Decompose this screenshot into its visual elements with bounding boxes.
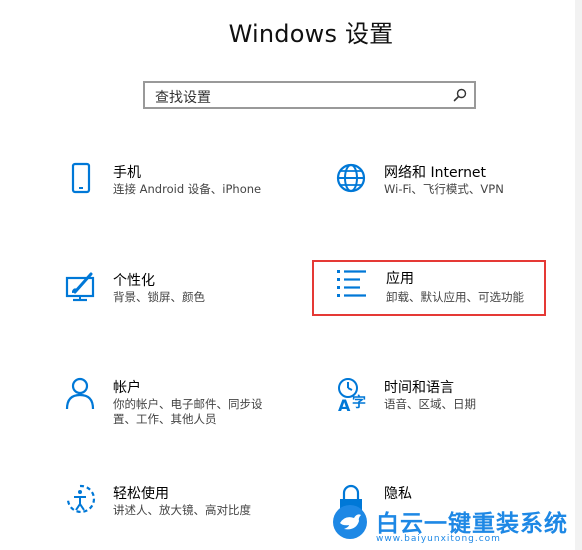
time-language-icon: A 字: [338, 378, 366, 413]
tile-name: 个性化: [113, 273, 155, 289]
scrollbar-track[interactable]: [575, 0, 582, 550]
bird-logo-icon: [333, 505, 367, 539]
phone-icon: [71, 162, 91, 194]
tile-desc-line1: 你的帐户、电子邮件、同步设: [113, 397, 263, 411]
page-title: Windows 设置: [228, 20, 394, 48]
highlight-frame: [312, 260, 546, 316]
tile-personalization[interactable]: 个性化 背景、锁屏、颜色: [65, 270, 295, 328]
tile-network[interactable]: 网络和 Internet Wi-Fi、飞行模式、VPN: [336, 162, 566, 220]
tile-name: 帐户: [113, 380, 141, 396]
personalization-icon: [65, 272, 95, 302]
tile-desc: 语音、区域、日期: [384, 397, 476, 411]
watermark: 白云一键重装系统 www.baiyunxitong.com: [332, 500, 582, 550]
tile-phone[interactable]: 手机 连接 Android 设备、iPhone: [65, 162, 295, 220]
search-input[interactable]: 查找设置: [143, 81, 476, 109]
tile-desc: 讲述人、放大镜、高对比度: [113, 503, 251, 517]
search-icon[interactable]: [452, 87, 468, 103]
svg-text:字: 字: [352, 394, 366, 411]
tile-name: 轻松使用: [113, 486, 169, 502]
tile-desc-line2: 置、工作、其他人员: [113, 412, 217, 426]
tile-name: 网络和 Internet: [384, 165, 487, 181]
tile-desc: 连接 Android 设备、iPhone: [113, 182, 262, 196]
tile-desc: 背景、锁屏、颜色: [113, 290, 205, 304]
tile-ease-of-access[interactable]: 轻松使用 讲述人、放大镜、高对比度: [65, 483, 295, 541]
globe-icon: [336, 163, 366, 193]
settings-window: Windows 设置 查找设置 手机 连接 Android 设备、iPhone …: [0, 0, 582, 550]
account-icon: [65, 377, 95, 410]
watermark-text: 白云一键重装系统: [376, 511, 568, 537]
watermark-url: www.baiyunxitong.com: [376, 534, 501, 544]
search-placeholder: 查找设置: [155, 90, 211, 106]
ease-of-access-icon: [66, 484, 96, 514]
tile-desc: Wi-Fi、飞行模式、VPN: [384, 182, 504, 196]
tile-name: 时间和语言: [384, 380, 454, 396]
tile-time-language[interactable]: A 字 时间和语言 语音、区域、日期: [336, 377, 566, 435]
tile-accounts[interactable]: 帐户 你的帐户、电子邮件、同步设 置、工作、其他人员: [65, 377, 295, 435]
svg-text:A: A: [338, 396, 351, 413]
tile-name: 手机: [113, 165, 141, 181]
